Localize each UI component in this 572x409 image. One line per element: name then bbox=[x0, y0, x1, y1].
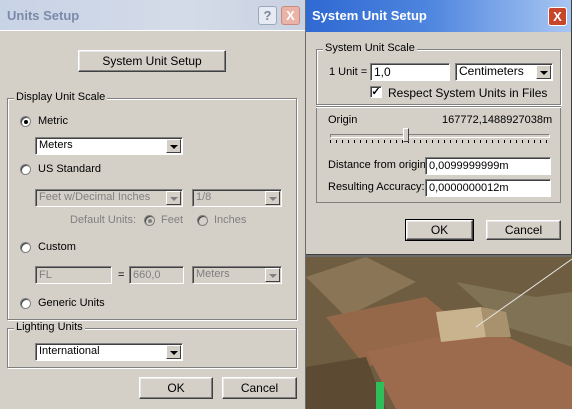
us-standard-label: US Standard bbox=[38, 163, 101, 175]
system-ok-button[interactable]: OK bbox=[405, 219, 474, 241]
resulting-accuracy-field[interactable]: 0,0000000012m bbox=[425, 179, 551, 197]
slider-thumb[interactable] bbox=[403, 128, 409, 142]
origin-slider[interactable] bbox=[330, 128, 550, 146]
close-icon: X bbox=[553, 9, 562, 24]
chevron-down-icon[interactable] bbox=[265, 191, 280, 205]
system-unit-setup-dialog: System Unit Setup X System Unit Scale 1 … bbox=[306, 0, 572, 255]
custom-unit-value: Meters bbox=[196, 268, 230, 280]
origin-label: Origin bbox=[328, 114, 358, 126]
default-units-label: Default Units: bbox=[70, 214, 137, 226]
custom-label: Custom bbox=[38, 241, 76, 253]
slider-ticks bbox=[330, 140, 550, 143]
rooftops-image bbox=[306, 257, 572, 409]
unit-value-field[interactable]: 1,0 bbox=[370, 63, 450, 81]
inches-label: Inches bbox=[214, 214, 247, 226]
units-setup-dialog: Units Setup ? X System Unit Setup Displa… bbox=[0, 0, 305, 409]
help-icon: ? bbox=[263, 8, 272, 23]
chevron-down-icon[interactable] bbox=[265, 268, 280, 282]
metric-radio[interactable] bbox=[20, 116, 31, 127]
us-unit-select[interactable]: Feet w/Decimal Inches bbox=[35, 189, 183, 207]
generic-units-label: Generic Units bbox=[38, 297, 105, 309]
origin-value: 167772,1488927038m bbox=[442, 114, 553, 126]
us-unit-value: Feet w/Decimal Inches bbox=[39, 191, 151, 203]
close-icon: X bbox=[286, 8, 295, 23]
us-fraction-value: 1/8 bbox=[196, 191, 212, 203]
us-standard-radio[interactable] bbox=[20, 164, 31, 175]
us-fraction-select[interactable]: 1/8 bbox=[192, 189, 282, 207]
display-unit-scale-group: Display Unit Scale bbox=[7, 91, 297, 320]
system-unit-setup-titlebar[interactable]: System Unit Setup X bbox=[306, 0, 571, 32]
metric-label: Metric bbox=[38, 115, 68, 127]
lighting-units-legend: Lighting Units bbox=[14, 321, 85, 333]
checkmark-icon: ✓ bbox=[371, 86, 381, 98]
slider-track bbox=[330, 134, 550, 138]
help-button[interactable]: ? bbox=[258, 6, 277, 25]
respect-system-units-checkbox[interactable]: ✓ bbox=[370, 86, 382, 98]
system-unit-setup-title: System Unit Setup bbox=[312, 8, 427, 23]
system-unit-scale-legend: System Unit Scale bbox=[323, 42, 417, 54]
chevron-down-icon[interactable] bbox=[166, 191, 181, 205]
lighting-units-select[interactable]: International bbox=[35, 343, 183, 361]
system-cancel-button[interactable]: Cancel bbox=[486, 220, 561, 240]
system-close-button[interactable]: X bbox=[548, 7, 567, 26]
inches-radio[interactable] bbox=[197, 215, 208, 226]
chevron-down-icon[interactable] bbox=[536, 65, 551, 79]
distance-from-origin-label: Distance from origin: bbox=[328, 159, 429, 171]
viewport-scene[interactable] bbox=[306, 257, 572, 409]
custom-equals: = bbox=[118, 269, 125, 281]
chevron-down-icon[interactable] bbox=[166, 139, 181, 153]
unit-type-select[interactable]: Centimeters bbox=[455, 63, 553, 81]
chevron-down-icon[interactable] bbox=[166, 345, 181, 359]
resulting-accuracy-label: Resulting Accuracy: bbox=[328, 181, 425, 193]
system-unit-setup-button[interactable]: System Unit Setup bbox=[78, 50, 226, 72]
units-setup-ok-button[interactable]: OK bbox=[139, 377, 213, 399]
generic-units-radio[interactable] bbox=[20, 298, 31, 309]
custom-unit-select[interactable]: Meters bbox=[192, 266, 282, 284]
units-setup-cancel-button[interactable]: Cancel bbox=[222, 377, 297, 399]
respect-system-units-label: Respect System Units in Files bbox=[388, 86, 548, 100]
units-setup-title: Units Setup bbox=[7, 8, 80, 23]
close-button[interactable]: X bbox=[281, 6, 300, 25]
metric-unit-value: Meters bbox=[39, 139, 73, 151]
one-unit-label: 1 Unit = bbox=[329, 66, 368, 78]
custom-radio[interactable] bbox=[20, 242, 31, 253]
lighting-units-value: International bbox=[39, 345, 100, 357]
custom-value-field[interactable]: 660,0 bbox=[129, 266, 184, 284]
display-unit-scale-legend: Display Unit Scale bbox=[14, 91, 108, 103]
metric-unit-select[interactable]: Meters bbox=[35, 137, 183, 155]
feet-label: Feet bbox=[161, 214, 184, 226]
distance-from-origin-field[interactable]: 0,0099999999m bbox=[425, 157, 551, 175]
unit-type-value: Centimeters bbox=[459, 64, 524, 78]
units-setup-titlebar[interactable]: Units Setup ? X bbox=[0, 0, 305, 30]
custom-name-field[interactable]: FL bbox=[35, 266, 112, 284]
feet-radio[interactable] bbox=[144, 215, 155, 226]
